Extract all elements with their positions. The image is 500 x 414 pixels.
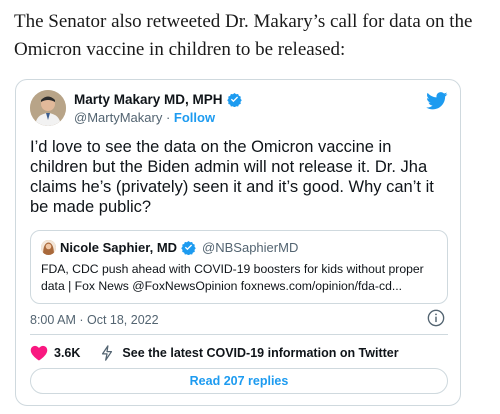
read-replies-button[interactable]: Read 207 replies — [30, 368, 448, 394]
covid-info-link[interactable]: See the latest COVID-19 information on T… — [100, 345, 399, 361]
likes-count: 3.6K — [54, 346, 81, 360]
verified-badge-icon — [226, 92, 242, 107]
author-name-text[interactable]: Marty Makary MD, MPH — [74, 92, 223, 107]
heart-icon[interactable] — [30, 345, 48, 361]
twitter-bird-icon[interactable] — [426, 92, 448, 110]
follow-link[interactable]: Follow — [174, 110, 215, 125]
quote-header: Nicole Saphier, MD @NBSaphierMD — [41, 240, 298, 255]
quote-text: FDA, CDC push ahead with COVID-19 booste… — [41, 262, 424, 293]
quote-author-name: Nicole Saphier, MD — [60, 240, 178, 255]
author-handle[interactable]: @MartyMakary — [74, 110, 162, 125]
author-name[interactable]: Marty Makary MD, MPH — [74, 92, 242, 107]
author-handle-row: @MartyMakary · Follow — [74, 110, 215, 125]
tweet-actions: 3.6K See the latest COVID-19 information… — [30, 342, 448, 364]
handle-separator: · — [165, 110, 171, 125]
lightning-bolt-icon — [102, 345, 113, 361]
tweet-text: I’d love to see the data on the Omicron … — [30, 138, 434, 216]
info-icon[interactable] — [427, 309, 445, 327]
embedded-tweet[interactable]: Marty Makary MD, MPH @MartyMakary · Foll… — [15, 79, 461, 406]
quote-author-avatar — [41, 240, 56, 255]
divider — [30, 334, 448, 335]
like-button[interactable]: 3.6K — [30, 345, 80, 361]
verified-badge-icon — [181, 240, 196, 255]
covid-info-link-label[interactable]: See the latest COVID-19 information on T… — [122, 346, 398, 360]
author-avatar[interactable] — [30, 90, 66, 126]
tweet-timestamp[interactable]: 8:00 AM · Oct 18, 2022 — [30, 313, 159, 327]
article-intro-text: The Senator also retweeted Dr. Makary’s … — [14, 11, 473, 60]
quote-author-handle: @NBSaphierMD — [202, 240, 299, 255]
quoted-tweet[interactable]: Nicole Saphier, MD @NBSaphierMD FDA, CDC… — [30, 230, 448, 304]
